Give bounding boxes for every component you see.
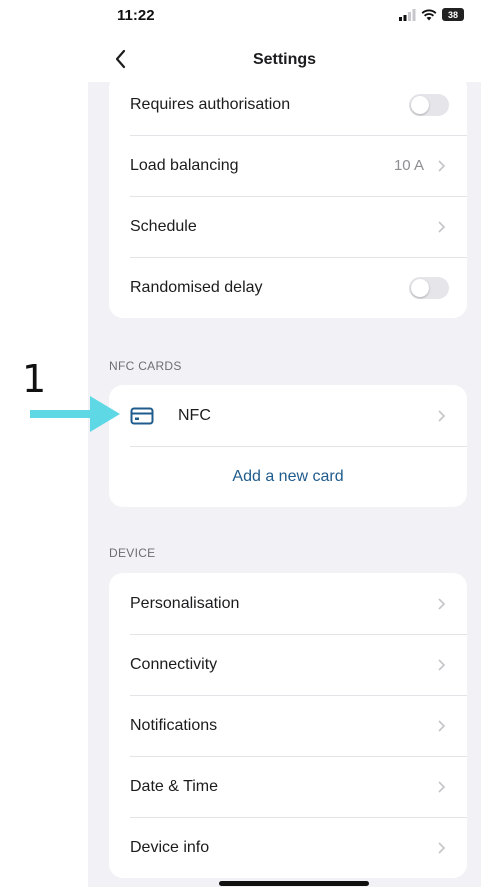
add-new-card-link[interactable]: Add a new card xyxy=(109,468,467,486)
card-icon xyxy=(130,407,154,424)
battery-icon: 38 xyxy=(442,8,464,21)
row-label: Load balancing xyxy=(130,156,239,174)
row-label: Connectivity xyxy=(130,655,218,673)
settings-screen: 11:22 38 Settings Requires authorisation xyxy=(88,0,481,887)
device-info-row[interactable]: Device info xyxy=(109,817,467,878)
chevron-right-icon xyxy=(438,159,446,172)
home-indicator xyxy=(219,881,369,886)
row-label: Personalisation xyxy=(130,594,240,612)
row-label: Date & Time xyxy=(130,777,219,795)
chevron-right-icon xyxy=(438,780,446,793)
randomised-delay-toggle[interactable] xyxy=(409,276,449,299)
annotation-arrow-icon xyxy=(30,396,120,432)
nfc-cards-card: NFC Add a new card xyxy=(109,385,467,507)
requires-authorisation-row: Requires authorisation xyxy=(109,74,467,135)
page-title: Settings xyxy=(252,51,317,68)
charging-settings-card: Requires authorisation Load balancing 10… xyxy=(109,74,467,318)
chevron-right-icon xyxy=(438,597,446,610)
chevron-right-icon xyxy=(438,719,446,732)
date-time-row[interactable]: Date & Time xyxy=(109,756,467,817)
device-card: Personalisation Connectivity Notificatio… xyxy=(109,573,467,878)
row-label: Notifications xyxy=(130,716,218,734)
row-label: Requires authorisation xyxy=(130,95,291,113)
notifications-row[interactable]: Notifications xyxy=(109,695,467,756)
status-icons: 38 xyxy=(399,8,464,21)
row-label: Randomised delay xyxy=(130,278,263,296)
status-time: 11:22 xyxy=(117,7,155,24)
load-balancing-row[interactable]: Load balancing 10 A xyxy=(109,135,467,196)
personalisation-row[interactable]: Personalisation xyxy=(109,573,467,634)
nfc-card-label: NFC xyxy=(178,406,211,424)
wifi-icon xyxy=(421,9,437,20)
chevron-right-icon xyxy=(438,658,446,671)
schedule-row[interactable]: Schedule xyxy=(109,196,467,257)
connectivity-row[interactable]: Connectivity xyxy=(109,634,467,695)
randomised-delay-row: Randomised delay xyxy=(109,257,467,318)
chevron-right-icon xyxy=(438,220,446,233)
chevron-right-icon xyxy=(438,841,446,854)
status-bar: 11:22 38 xyxy=(88,0,481,36)
device-section-header: DEVICE xyxy=(109,546,156,560)
row-label: Schedule xyxy=(130,217,197,235)
load-balancing-value: 10 A xyxy=(393,157,424,174)
row-label: Device info xyxy=(130,838,210,856)
signal-icon xyxy=(399,8,416,21)
nfc-section-header: NFC CARDS xyxy=(109,359,182,373)
add-card-row[interactable]: Add a new card xyxy=(109,446,467,507)
nfc-card-row[interactable]: NFC xyxy=(109,385,467,446)
requires-authorisation-toggle[interactable] xyxy=(409,93,449,116)
chevron-right-icon xyxy=(438,409,446,422)
